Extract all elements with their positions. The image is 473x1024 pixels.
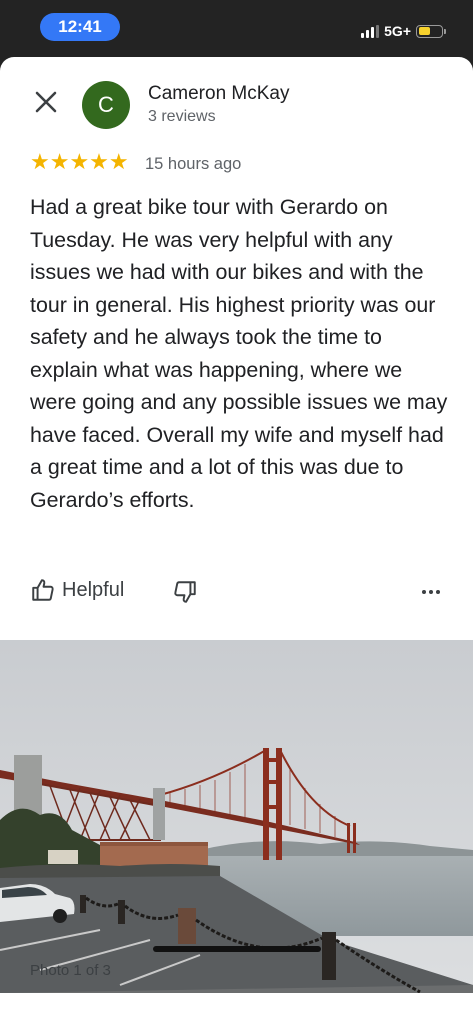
signal-icon — [361, 24, 380, 38]
more-options-button[interactable] — [419, 577, 443, 607]
photo-caption: Photo 1 of 3 — [30, 962, 111, 979]
network-type: 5G+ — [384, 23, 411, 39]
review-sheet: C Cameron McKay 3 reviews ★★★★★ 15 hours… — [0, 57, 473, 1024]
status-time: 12:41 — [40, 13, 120, 41]
review-time: 15 hours ago — [145, 155, 242, 173]
more-horizontal-icon — [422, 590, 426, 594]
review-actions: Helpful — [30, 577, 443, 607]
close-icon — [35, 91, 57, 113]
home-indicator[interactable] — [153, 946, 321, 952]
battery-fill — [418, 27, 430, 35]
photo-footer — [0, 993, 473, 1024]
golden-gate-bridge-photo — [0, 640, 473, 993]
thumbs-up-icon — [32, 579, 54, 601]
review-text: Had a great bike tour with Gerardo on Tu… — [30, 195, 448, 512]
battery-icon — [416, 24, 446, 38]
helpful-button[interactable]: Helpful — [30, 577, 124, 603]
status-bar: 12:41 5G+ — [0, 0, 473, 60]
not-helpful-button[interactable] — [172, 579, 198, 610]
reviewer-name[interactable]: Cameron McKay — [148, 83, 290, 105]
status-indicators: 5G+ — [361, 20, 446, 42]
avatar[interactable]: C — [82, 81, 130, 129]
star-rating: ★★★★★ — [30, 149, 129, 174]
thumbs-down-icon — [174, 581, 196, 603]
review-count: 3 reviews — [148, 108, 216, 125]
close-button[interactable] — [31, 87, 61, 117]
helpful-label: Helpful — [62, 578, 125, 601]
review-photo[interactable] — [0, 640, 473, 993]
